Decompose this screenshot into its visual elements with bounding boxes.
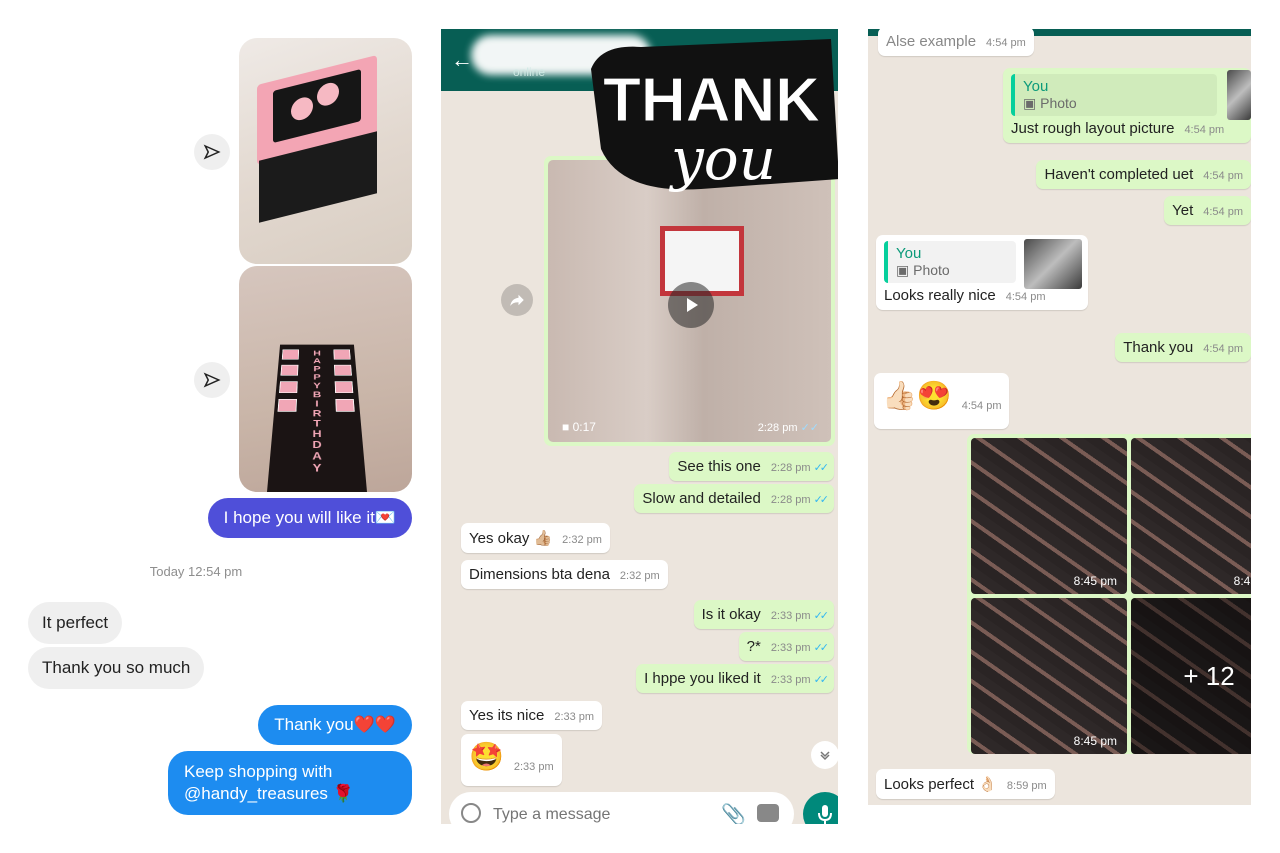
message-in[interactable]: Yes okay 👍🏼 2:32 pm <box>461 523 610 553</box>
photo-album[interactable]: 8:45 pm 8:45 pm 8:45 pm + 12 <box>967 434 1251 754</box>
play-icon[interactable] <box>668 282 714 328</box>
message-out[interactable]: Is it okay 2:33 pm ✓✓ <box>693 600 834 629</box>
quoted-photo-thumbnail <box>1227 70 1251 120</box>
whatsapp-replies-panel: Alse example 4:54 pm You ▣ Photo Just rou… <box>868 29 1251 805</box>
quoted-photo[interactable]: You ▣ Photo <box>884 241 1016 283</box>
rose-decoration <box>291 94 313 123</box>
gift-box-photo[interactable] <box>239 38 412 264</box>
quoted-photo-thumbnail <box>1024 239 1082 289</box>
video-message[interactable]: ■ 0:17 2:28 pm ✓✓ <box>544 156 835 446</box>
forward-icon[interactable] <box>501 284 533 316</box>
album-photo-more[interactable]: + 12 <box>1131 598 1251 754</box>
message-out[interactable]: Slow and detailed 2:28 pm ✓✓ <box>634 484 834 513</box>
album-photo[interactable]: 8:45 pm <box>971 438 1127 594</box>
message-out[interactable]: Thank you 4:54 pm <box>1115 333 1251 362</box>
message-out[interactable]: Thank you❤️❤️ <box>258 705 412 745</box>
attach-icon[interactable]: 📎 <box>721 802 746 824</box>
message-input[interactable] <box>491 802 715 824</box>
emoji-message-in[interactable]: 👍🏻😍 4:54 pm <box>874 373 1010 429</box>
share-icon[interactable] <box>194 362 230 398</box>
instagram-chat-panel: HAPPYBIRTHDAY I hope you will like it💌 T… <box>28 38 412 823</box>
thank-you-sticker[interactable]: THANK you <box>581 29 838 194</box>
camera-icon[interactable] <box>757 804 779 822</box>
message-out[interactable]: ?* 2:33 pm ✓✓ <box>738 632 834 661</box>
message-in[interactable]: Looks perfect 👌🏻 8:59 pm <box>876 769 1055 799</box>
quoted-photo[interactable]: You ▣ Photo <box>1011 74 1217 116</box>
message-in-partial[interactable]: Alse example 4:54 pm <box>878 29 1034 56</box>
birthday-strip: HAPPYBIRTHDAY <box>267 344 367 492</box>
reply-message-in[interactable]: You ▣ Photo Looks really nice 4:54 pm <box>876 235 1088 310</box>
message-composer[interactable]: 📎 <box>449 792 794 824</box>
birthday-strip-photo[interactable]: HAPPYBIRTHDAY <box>239 266 412 492</box>
video-time: 2:28 pm ✓✓ <box>757 422 819 434</box>
message-in[interactable]: 🤩 2:33 pm <box>461 734 562 786</box>
back-arrow-icon[interactable]: ← <box>451 47 473 73</box>
message-in[interactable]: It perfect <box>28 602 123 644</box>
contact-status: online <box>513 65 546 79</box>
message-in[interactable]: Thank you so much <box>28 647 205 689</box>
rose-decoration <box>317 80 339 108</box>
message-out[interactable]: Keep shopping with @handy_treasures 🌹 <box>168 751 412 815</box>
emoji-icon[interactable] <box>461 803 481 823</box>
message-out[interactable]: See this one 2:28 pm ✓✓ <box>669 452 834 481</box>
album-photo[interactable]: 8:45 pm <box>1131 438 1251 594</box>
birthday-letters: HAPPYBIRTHDAY <box>312 348 322 475</box>
mic-icon[interactable] <box>803 792 838 824</box>
reply-message-out[interactable]: You ▣ Photo Just rough layout picture 4:5… <box>1003 68 1251 143</box>
scroll-down-icon[interactable] <box>811 741 838 769</box>
whatsapp-chat-panel: ← online ■ 0:17 2:28 pm ✓✓ THANK you See… <box>441 29 838 824</box>
message-out[interactable]: Yet 4:54 pm <box>1164 196 1251 225</box>
message-in[interactable]: Dimensions bta dena 2:32 pm <box>461 560 668 589</box>
video-duration: ■ 0:17 <box>562 420 596 434</box>
more-photos-count: + 12 <box>1131 598 1251 754</box>
message-out[interactable]: Haven't completed uet 4:54 pm <box>1036 160 1251 189</box>
share-icon[interactable] <box>194 134 230 170</box>
message-out[interactable]: I hope you will like it💌 <box>207 498 412 538</box>
message-out[interactable]: I hppe you liked it 2:33 pm ✓✓ <box>636 664 834 693</box>
chat-timestamp: Today 12:54 pm <box>149 564 243 579</box>
album-photo[interactable]: 8:45 pm <box>971 598 1127 754</box>
message-in[interactable]: Yes its nice 2:33 pm <box>461 701 603 730</box>
sticker-text-you: you <box>668 125 776 193</box>
